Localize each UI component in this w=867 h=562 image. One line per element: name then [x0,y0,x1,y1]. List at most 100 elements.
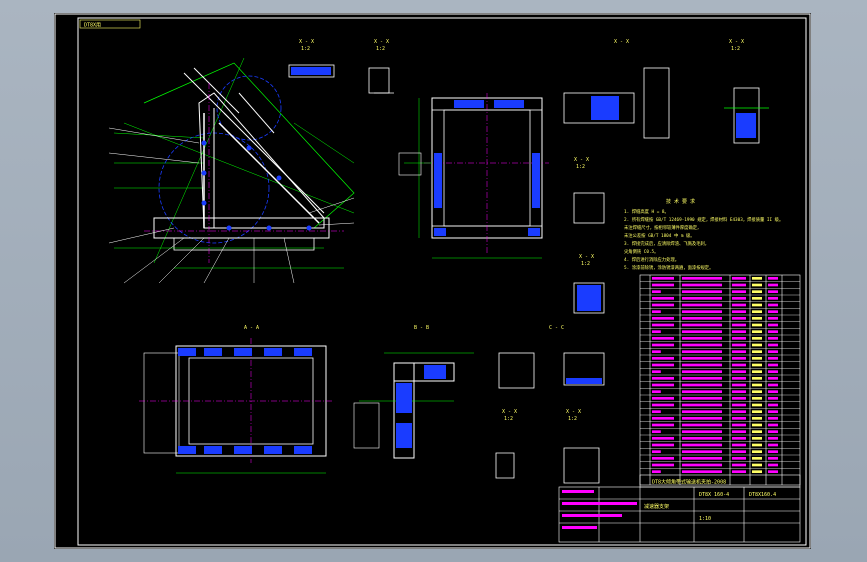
note-line: 尖角倒钝 C0.5。 [624,248,658,255]
bom-cell-mark [752,357,762,360]
bom-cell-mark [682,337,722,340]
bom-cell-mark [682,470,722,473]
bom-cell-mark [752,437,762,440]
bom-cell-mark [732,357,746,360]
bom-table [639,274,801,486]
bom-cell-mark [732,417,746,420]
bom-cell-mark [652,337,674,340]
bom-cell-mark [732,330,746,333]
bom-cell-mark [768,463,778,467]
section-label: C - C [549,325,564,331]
drawing-sheet[interactable]: DT8X用 X - X 1:2 X - X 1:2 X - X X - X 1:… [54,13,811,549]
bom-cell-mark [682,317,722,320]
detail-label: X - X [614,39,629,45]
bom-cell-mark [768,343,778,347]
bom-cell-mark [752,363,762,367]
bom-cell-mark [682,310,722,313]
bom-cell-mark [732,470,746,473]
bom-cell-mark [652,430,661,433]
bom-cell-mark [752,390,762,393]
bom-cell-mark [752,330,762,333]
bom-cell-mark [682,290,722,293]
cad-viewport: DT8X用 X - X 1:2 X - X 1:2 X - X X - X 1:… [0,0,867,562]
bom-rows [640,281,800,469]
bom-cell-mark [752,397,762,400]
bom-cell-mark [732,437,746,440]
bom-cell-mark [732,423,746,427]
bom-cell-mark [682,397,722,400]
bom-cell-mark [752,283,762,287]
bom-cell-mark [752,443,762,447]
bom-cell-mark [652,343,674,347]
bom-cell-mark [768,297,778,300]
notes-heading: 技 术 要 求 [666,198,695,205]
bom-cell-mark [768,317,778,320]
bom-cell-mark [732,443,746,447]
note-line: 2. 所有焊缝按 GB/T 12469-1990 规定，焊接材料 E4303，焊… [624,216,783,223]
bom-cell-mark [752,337,762,340]
bom-cell-mark [752,310,762,313]
bom-cell-mark [652,317,674,320]
bom-cell-mark [682,283,722,287]
bom-cell-mark [752,417,762,420]
detail-label: X - X [574,157,589,163]
bom-cell-mark [768,450,778,453]
bom-cell-mark [652,457,674,460]
bom-cell-mark [682,330,722,333]
bom-cell-mark [768,423,778,427]
title-block-line-c: 减速器支架 [644,503,669,510]
bom-cell-mark [652,410,661,413]
bom-cell-mark [682,390,722,393]
scale-label: 1:2 [581,261,590,267]
bom-cell-mark [752,450,762,453]
bom-cell-mark [732,303,746,307]
bom-cell-mark [652,357,674,360]
bom-cell-mark [768,283,778,287]
bom-cell-mark [752,343,762,347]
bom-cell-mark [652,370,661,373]
scale-label: 1:2 [731,46,740,52]
bom-cell-mark [652,350,661,353]
top-view [139,338,334,474]
bom-cell-mark [752,277,762,280]
bom-cell-mark [682,357,722,360]
bom-cell-mark [732,403,746,407]
bom-cell-mark [682,423,722,427]
bom-cell-mark [768,377,778,380]
bom-cell-mark [682,363,722,367]
bom-cell-mark [732,363,746,367]
bom-cell-mark [682,417,722,420]
bom-cell-mark [652,330,661,333]
bom-cell-mark [768,403,778,407]
bom-cell-mark [682,377,722,380]
section-label: A - A [244,325,259,331]
bom-cell-mark [752,370,762,373]
bom-cell-mark [768,410,778,413]
bom-cell-mark [682,343,722,347]
bom-cell-mark [652,297,674,300]
bom-cell-mark [652,310,661,313]
scale-label: 1:2 [568,416,577,422]
bom-cell-mark [732,343,746,347]
bom-cell-mark [682,443,722,447]
detail-label: X - X [299,39,314,45]
bom-cell-mark [732,277,746,280]
bom-cell-mark [732,297,746,300]
main-title: DT8大倾角带式输送机夹拍-2008 [652,479,726,486]
bom-cell-mark [682,410,722,413]
bom-cell-mark [752,423,762,427]
bom-cell-mark [752,303,762,307]
bom-cell-mark [732,450,746,453]
scale-label: 1:2 [576,164,585,170]
detail-label: X - X [566,409,581,415]
bom-cell-mark [768,290,778,293]
bom-cell-mark [652,323,674,327]
note-line: 未注焊缝尺寸，按相邻较薄件厚度确定， [624,224,701,231]
bom-cell-mark [652,403,674,407]
bom-cell-mark [768,310,778,313]
bom-cell-mark [682,437,722,440]
bom-cell-mark [682,383,722,387]
bom-cell-mark [732,410,746,413]
title-block-line-b: DT8X160.4 [749,492,776,498]
bom-cell-mark [652,423,674,427]
